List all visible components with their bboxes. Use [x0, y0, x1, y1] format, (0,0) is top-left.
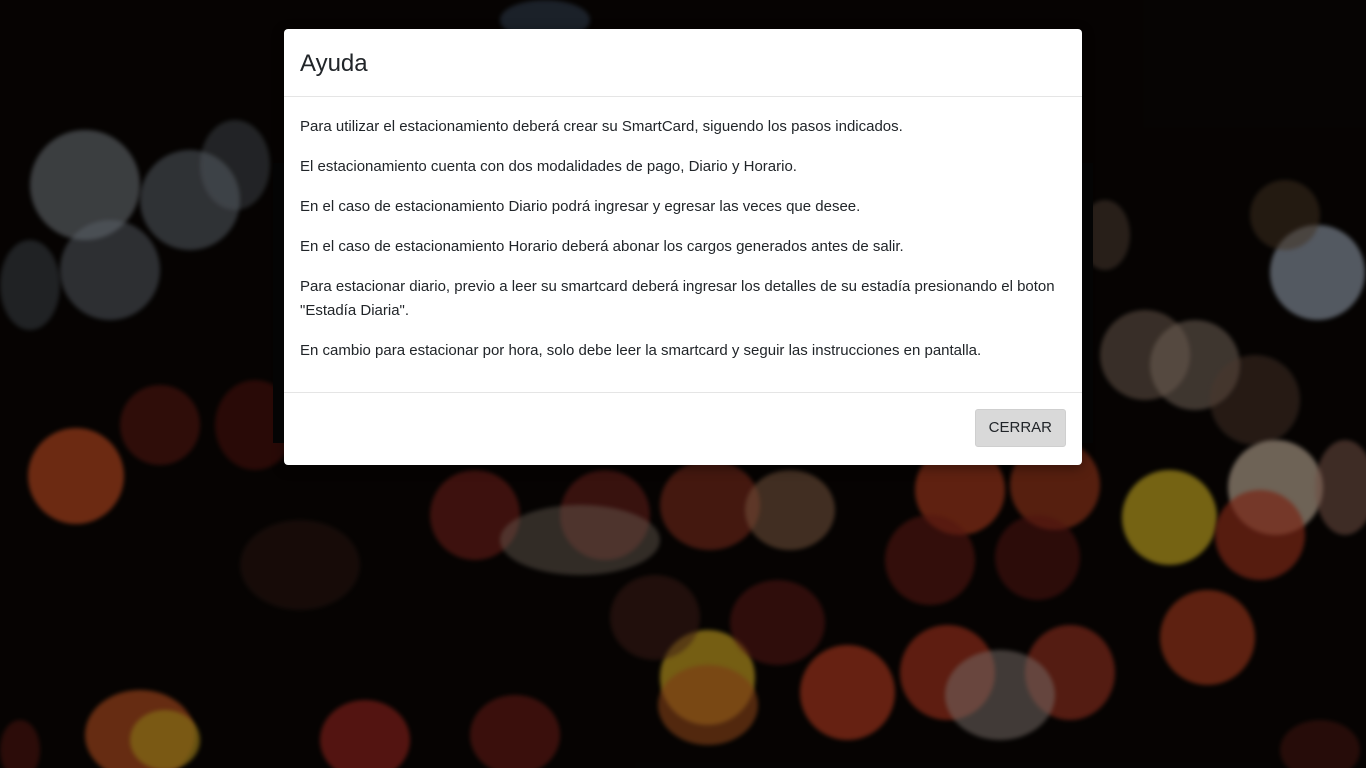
- dialog-body: Para utilizar el estacionamiento deberá …: [284, 97, 1082, 393]
- help-dialog: Ayuda Para utilizar el estacionamiento d…: [284, 29, 1082, 465]
- dialog-title: Ayuda: [300, 50, 368, 77]
- help-paragraph: En el caso de estacionamiento Diario pod…: [300, 198, 861, 215]
- help-paragraph: Para estacionar diario, previo a leer su…: [300, 278, 1055, 319]
- close-button[interactable]: CERRAR: [974, 409, 1066, 447]
- dialog-header: Ayuda: [284, 29, 1082, 97]
- help-paragraph: Para utilizar el estacionamiento deberá …: [300, 118, 903, 135]
- help-paragraph: En cambio para estacionar por hora, solo…: [300, 342, 982, 359]
- dialog-footer: CERRAR: [284, 393, 1082, 465]
- help-paragraph: El estacionamiento cuenta con dos modali…: [300, 158, 797, 175]
- help-paragraph: En el caso de estacionamiento Horario de…: [300, 238, 904, 255]
